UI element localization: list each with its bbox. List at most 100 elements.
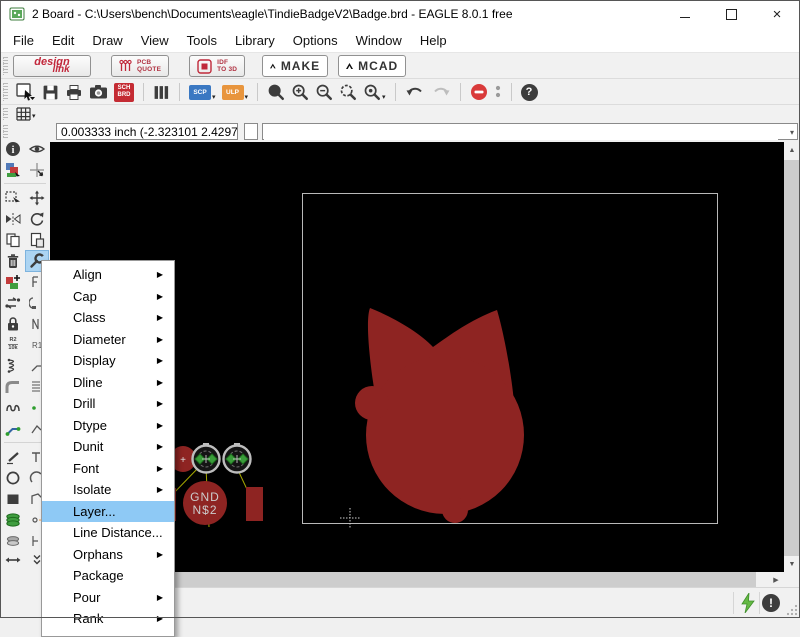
menu-item-font[interactable]: Font▶	[42, 458, 174, 480]
menu-item-orphans[interactable]: Orphans▶	[42, 544, 174, 566]
drc-status-button[interactable]	[737, 592, 759, 614]
toolbar-drag-handle[interactable]	[3, 57, 8, 75]
zoom-select-button[interactable]	[339, 81, 357, 103]
zoom-out-button[interactable]	[315, 81, 333, 103]
undo-button[interactable]	[405, 81, 425, 103]
menu-view[interactable]: View	[132, 28, 178, 52]
design-link-button[interactable]: designlink	[13, 55, 91, 77]
zoom-in-button[interactable]	[291, 81, 309, 103]
menu-window[interactable]: Window	[347, 28, 411, 52]
export-image-button[interactable]	[89, 81, 108, 103]
lock-tool[interactable]	[2, 314, 24, 334]
open-board-button[interactable]	[16, 81, 36, 103]
route-tool[interactable]	[2, 419, 24, 439]
rotate-tool[interactable]	[26, 209, 48, 229]
meander-tool[interactable]	[2, 398, 24, 418]
save-button[interactable]	[42, 81, 59, 103]
print-button[interactable]	[65, 81, 83, 103]
toolbar-drag-handle[interactable]	[3, 108, 8, 121]
resize-grip[interactable]	[785, 603, 798, 616]
scroll-up-button[interactable]: ▲	[784, 142, 800, 158]
close-button[interactable]: ×	[754, 0, 800, 28]
mark-tool[interactable]	[26, 160, 48, 180]
mcad-button[interactable]: MCAD	[338, 55, 406, 77]
wire-tool[interactable]	[2, 447, 24, 467]
paste-tool[interactable]	[26, 230, 48, 250]
menu-item-class[interactable]: Class▶	[42, 307, 174, 329]
info-icon: i	[5, 141, 21, 157]
menu-item-rank[interactable]: Rank▶	[42, 608, 174, 630]
help-button[interactable]: ?	[521, 81, 538, 103]
menu-library[interactable]: Library	[226, 28, 284, 52]
copy-tool[interactable]	[2, 230, 24, 250]
optimize-tool[interactable]	[2, 356, 24, 376]
toolbar-drag-handle[interactable]	[3, 125, 8, 139]
menu-help[interactable]: Help	[411, 28, 456, 52]
menu-item-dunit[interactable]: Dunit▶	[42, 436, 174, 458]
width-tool[interactable]	[2, 550, 24, 570]
menu-draw[interactable]: Draw	[83, 28, 131, 52]
run-script-button[interactable]: SCP ▾	[189, 81, 216, 103]
submenu-arrow-icon: ▶	[157, 378, 163, 387]
group-select-tool[interactable]	[2, 188, 24, 208]
menu-tools[interactable]: Tools	[178, 28, 226, 52]
svg-text:N$2: N$2	[192, 503, 217, 517]
origin-crosshair	[340, 508, 360, 528]
menu-options[interactable]: Options	[284, 28, 347, 52]
vertical-scrollbar[interactable]: ▲ ▼	[784, 142, 800, 572]
menu-item-isolate[interactable]: Isolate▶	[42, 479, 174, 501]
pcb-quote-button[interactable]: PCBQUOTE	[111, 55, 169, 77]
library-button[interactable]	[153, 81, 170, 103]
display-layers-tool[interactable]	[2, 160, 24, 180]
menu-item-layer[interactable]: Layer...	[42, 501, 174, 523]
menu-item-align[interactable]: Align▶	[42, 264, 174, 286]
value-tool[interactable]: R2 10k	[2, 335, 24, 355]
menu-file[interactable]: File	[0, 28, 43, 52]
add-part-tool[interactable]	[2, 272, 24, 292]
rect-tool[interactable]	[2, 489, 24, 509]
submenu-arrow-icon: ▶	[157, 399, 163, 408]
menu-item-cap[interactable]: Cap▶	[42, 286, 174, 308]
replace-tool[interactable]	[2, 293, 24, 313]
circle-tool[interactable]	[2, 468, 24, 488]
errors-status-button[interactable]: !	[760, 592, 782, 614]
menu-item-dline[interactable]: Dline▶	[42, 372, 174, 394]
submenu-arrow-icon: ▶	[157, 442, 163, 451]
menu-item-package[interactable]: Package	[42, 565, 174, 587]
menu-item-pour[interactable]: Pour▶	[42, 587, 174, 609]
miter-tool[interactable]	[2, 377, 24, 397]
zoom-fit-button[interactable]	[267, 81, 285, 103]
zoom-redraw-button[interactable]: ▾	[363, 81, 386, 103]
info-tool[interactable]: i	[2, 139, 24, 159]
make-button[interactable]: MAKE	[262, 55, 328, 77]
menu-item-diameter[interactable]: Diameter▶	[42, 329, 174, 351]
stop-button[interactable]	[470, 81, 488, 103]
menu-item-drill[interactable]: Drill▶	[42, 393, 174, 415]
menu-edit[interactable]: Edit	[43, 28, 83, 52]
run-ulp-button[interactable]: ULP ▾	[222, 81, 249, 103]
menu-item-line-distance[interactable]: Line Distance...	[42, 522, 174, 544]
minimize-button[interactable]	[662, 0, 708, 28]
mirror-tool[interactable]	[2, 209, 24, 229]
toolbar-drag-handle[interactable]	[3, 83, 8, 101]
menu-item-dtype[interactable]: Dtype▶	[42, 415, 174, 437]
scroll-down-button[interactable]: ▼	[784, 556, 800, 572]
command-combo: ▾	[262, 123, 798, 140]
grid-button[interactable]: ▾	[16, 106, 36, 122]
vertical-scrollbar-thumb[interactable]	[784, 160, 800, 556]
layers-icon	[5, 162, 21, 178]
schematic-board-switch-button[interactable]: SCHBRD	[114, 81, 134, 103]
maximize-button[interactable]	[708, 0, 754, 28]
redo-button[interactable]	[431, 81, 451, 103]
menu-item-display[interactable]: Display▶	[42, 350, 174, 372]
delete-tool[interactable]	[2, 251, 24, 271]
show-tool[interactable]	[26, 139, 48, 159]
move-tool[interactable]	[26, 188, 48, 208]
idf-to-3d-button[interactable]: IDFTO 3D	[189, 55, 245, 77]
via-tool[interactable]	[2, 531, 24, 551]
ratsnest-tool[interactable]	[2, 510, 24, 530]
scroll-right-button[interactable]: ▶	[768, 572, 784, 587]
command-input[interactable]	[264, 125, 778, 140]
submenu-arrow-icon: ▶	[157, 464, 163, 473]
more-options-button[interactable]	[494, 81, 502, 103]
